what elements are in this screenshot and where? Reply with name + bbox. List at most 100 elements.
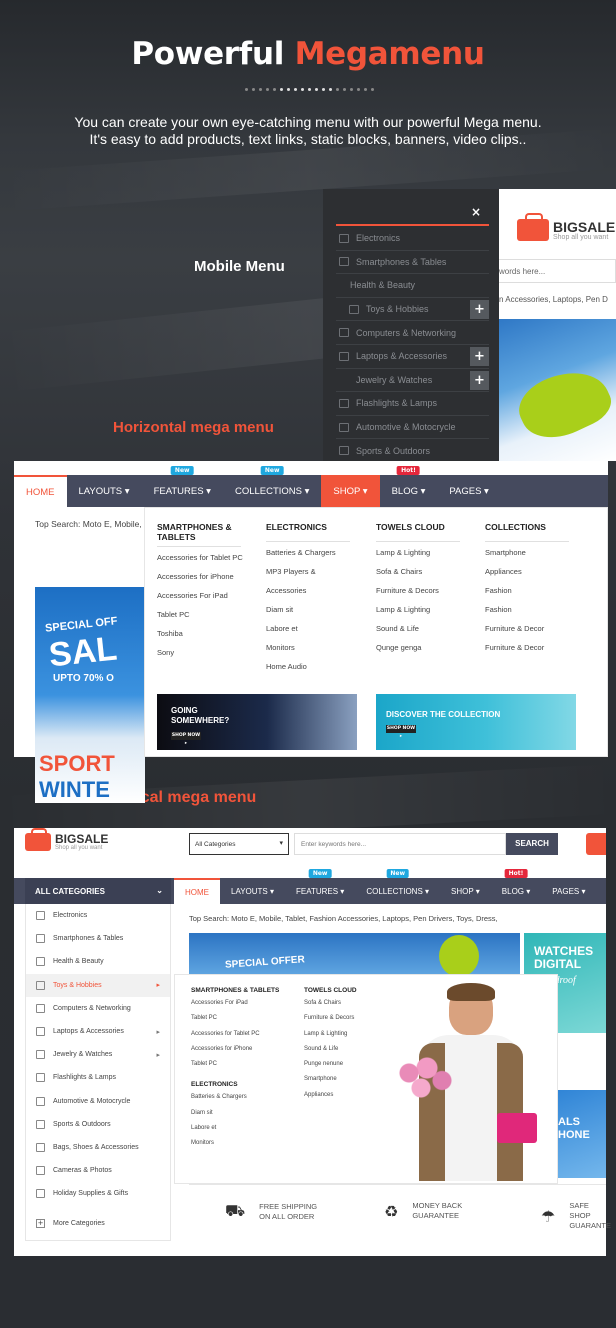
menu-link[interactable]: Furniture & Decors — [376, 586, 476, 605]
menu-link[interactable]: Fashion — [485, 605, 585, 624]
menu-link[interactable]: Punge nenune — [304, 1061, 357, 1076]
nav-pages[interactable]: PAGES ▾ — [541, 878, 596, 904]
sidebar-item-holiday[interactable]: Holiday Supplies & Gifts — [26, 1182, 170, 1205]
menu-link[interactable]: Tablet PC — [191, 1061, 279, 1076]
discover-collection-banner[interactable]: DISCOVER THE COLLECTION SHOP NOW ▸ — [376, 694, 576, 750]
menu-link[interactable]: Tablet PC — [191, 1015, 279, 1030]
shop-now-button[interactable]: SHOP NOW ▸ — [386, 725, 416, 739]
sidebar-item-smartphones[interactable]: Smartphones & Tables — [26, 927, 170, 950]
nav-pages[interactable]: PAGES ▾ — [437, 475, 500, 507]
sidebar-item-sports[interactable]: Sports & Outdoors — [26, 1113, 170, 1136]
menu-link[interactable]: Lamp & Lighting — [376, 548, 476, 567]
menu-link[interactable]: Appliances — [304, 1092, 357, 1107]
shop-now-button[interactable]: SHOP NOW ▸ — [171, 732, 201, 746]
menu-link[interactable]: Labore et — [191, 1125, 279, 1140]
menu-link[interactable]: Accessories for Tablet PC — [157, 553, 257, 572]
menu-link[interactable]: Diam sit — [191, 1110, 279, 1125]
nav-features[interactable]: New FEATURES ▾ — [285, 869, 355, 904]
sidebar-item-automotive[interactable]: Automotive & Motocrycle — [26, 1090, 170, 1113]
menu-link[interactable]: Accessories For iPad — [191, 1000, 279, 1015]
menu-link[interactable]: Toshiba — [157, 629, 257, 648]
menu-link[interactable]: Sony — [157, 648, 257, 667]
menu-link[interactable]: Appliances — [485, 567, 585, 586]
phone-banner[interactable]: ALS HONE — [554, 1090, 606, 1178]
menu-link[interactable]: Accessories for iPhone — [157, 572, 257, 591]
mobile-item-health[interactable]: Health & Beauty — [336, 274, 489, 298]
menu-link[interactable]: Smartphone — [485, 548, 585, 567]
nav-home[interactable]: HOME — [14, 475, 67, 507]
nav-home[interactable]: HOME — [174, 878, 220, 904]
menu-link[interactable]: Sound & Life — [304, 1046, 357, 1061]
all-categories-toggle[interactable]: ALL CATEGORIES ⌄ — [25, 878, 171, 904]
mobile-item-laptops[interactable]: Laptops & Accessories + — [336, 345, 489, 369]
mobile-item-toys[interactable]: Toys & Hobbies + — [336, 298, 489, 322]
nav-layouts[interactable]: LAYOUTS ▾ — [67, 475, 142, 507]
mobile-item-jewelry[interactable]: Jewelry & Watches + — [336, 369, 489, 393]
sidebar-item-laptops[interactable]: Laptops & Accessories ▸ — [26, 1020, 170, 1043]
man-with-flowers-image[interactable] — [397, 983, 547, 1181]
menu-link[interactable]: Accessories for iPhone — [191, 1046, 279, 1061]
menu-link[interactable]: Smartphone — [304, 1076, 357, 1091]
mobile-item-flashlights[interactable]: Flashlights & Lamps — [336, 392, 489, 416]
expand-plus-icon[interactable]: + — [470, 299, 489, 319]
menu-link[interactable]: Lamp & Lighting — [376, 605, 476, 624]
nav-collections[interactable]: New COLLECTIONS ▾ — [223, 466, 321, 507]
menu-link[interactable]: Batteries & Chargers — [191, 1094, 279, 1109]
menu-link[interactable]: Qunge genga — [376, 643, 476, 662]
menu-link[interactable]: Batteries & Chargers — [266, 548, 366, 567]
sidebar-item-electronics[interactable]: Electronics — [26, 904, 170, 927]
close-icon[interactable]: × — [471, 205, 481, 219]
mobile-item-smartphones[interactable]: Smartphones & Tables — [336, 251, 489, 275]
menu-link[interactable]: Tablet PC — [157, 610, 257, 629]
menu-link[interactable]: MP3 Players & — [266, 567, 366, 586]
search-button[interactable]: SEARCH — [506, 833, 558, 855]
nav-blog[interactable]: Hot! BLOG ▾ — [491, 869, 541, 904]
expand-plus-icon[interactable]: + — [470, 370, 489, 390]
mobile-item-sports[interactable]: Sports & Outdoors — [336, 439, 489, 463]
menu-link[interactable]: Furniture & Decor — [485, 624, 585, 643]
sidebar-item-flashlights[interactable]: Flashlights & Lamps — [26, 1066, 170, 1089]
menu-link[interactable]: Accessories for Tablet PC — [191, 1031, 279, 1046]
bigsale-logo[interactable]: BIGSALE Shop all you want — [517, 213, 615, 241]
menu-link[interactable]: Labore et — [266, 624, 366, 643]
nav-layouts[interactable]: LAYOUTS ▾ — [220, 878, 285, 904]
menu-link[interactable]: Accessories — [266, 586, 366, 605]
going-somewhere-banner[interactable]: GOING SOMEWHERE? SHOP NOW ▸ — [157, 694, 357, 750]
sidebar-item-jewelry[interactable]: Jewelry & Watches ▸ — [26, 1043, 170, 1066]
nav-shop[interactable]: SHOP ▾ — [321, 475, 380, 507]
menu-link[interactable]: Furniture & Decors — [304, 1015, 357, 1030]
sidebar-item-health[interactable]: Health & Beauty — [26, 950, 170, 973]
sidebar-item-bags[interactable]: Bags, Shoes & Accessories — [26, 1136, 170, 1159]
search-input[interactable]: words here... — [499, 259, 616, 283]
menu-link[interactable]: Sofa & Chairs — [304, 1000, 357, 1015]
menu-link[interactable]: Monitors — [266, 643, 366, 662]
mobile-item-computers[interactable]: Computers & Networking — [336, 321, 489, 345]
mobile-item-electronics[interactable]: Electronics — [336, 227, 489, 251]
bigsale-logo[interactable]: BIGSALE Shop all you want — [25, 828, 108, 851]
category-select[interactable]: All Categories — [189, 833, 289, 855]
nav-features[interactable]: New FEATURES ▾ — [142, 466, 223, 507]
sidebar-item-cameras[interactable]: Cameras & Photos — [26, 1159, 170, 1182]
menu-link[interactable]: Sound & Life — [376, 624, 476, 643]
nav-collections[interactable]: New COLLECTIONS ▾ — [355, 869, 440, 904]
menu-link[interactable]: Diam sit — [266, 605, 366, 624]
nav-shop[interactable]: SHOP ▾ — [440, 878, 491, 904]
nav-blog[interactable]: Hot! BLOG ▾ — [380, 466, 438, 507]
search-input[interactable]: Enter keywords here... — [294, 833, 506, 855]
mobile-item-automotive[interactable]: Automotive & Motocrycle — [336, 416, 489, 440]
special-offer-banner[interactable]: SPECIAL OFFER — [189, 933, 520, 975]
menu-link[interactable]: Furniture & Decor — [485, 643, 585, 662]
sale-banner[interactable]: SPECIAL OFF SAL UPTO 70% O SPORT WINTE — [35, 587, 145, 803]
menu-link[interactable]: Monitors — [191, 1140, 279, 1155]
more-categories-link[interactable]: + More Categories — [36, 1219, 105, 1228]
menu-link[interactable]: Fashion — [485, 586, 585, 605]
expand-plus-icon[interactable]: + — [470, 346, 489, 366]
menu-link[interactable]: Lamp & Lighting — [304, 1031, 357, 1046]
menu-link[interactable]: Home Audio — [266, 662, 366, 681]
menu-link[interactable]: Sofa & Chairs — [376, 567, 476, 586]
sidebar-item-computers[interactable]: Computers & Networking — [26, 997, 170, 1020]
sidebar-item-toys[interactable]: Toys & Hobbies ▸ — [26, 973, 170, 997]
cart-icon[interactable] — [586, 833, 606, 855]
menu-link[interactable]: Accessories For iPad — [157, 591, 257, 610]
hero-banner[interactable] — [499, 319, 616, 461]
